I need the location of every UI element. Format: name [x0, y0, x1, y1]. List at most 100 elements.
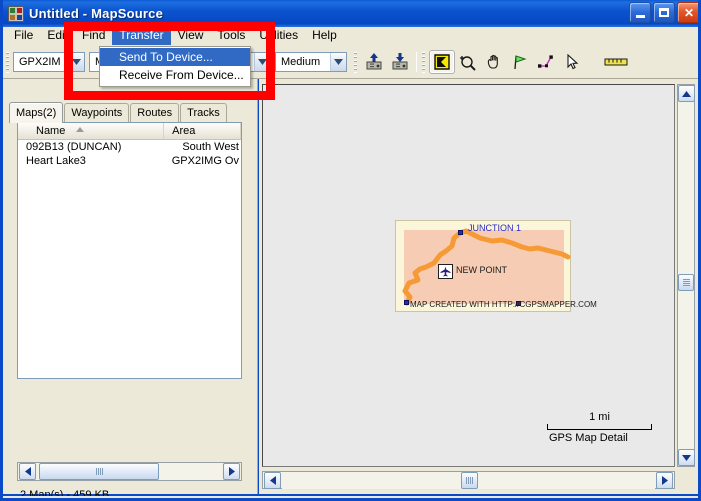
scroll-up-arrow[interactable]: [677, 85, 695, 102]
menu-item-find[interactable]: Find: [75, 27, 112, 45]
scroll-track[interactable]: [282, 471, 655, 489]
scroll-thumb[interactable]: [460, 471, 478, 489]
map-tile[interactable]: JUNCTION 1 NEW POINT MAP CREATED WITH HT…: [395, 220, 597, 312]
zoom-tool-button[interactable]: [455, 50, 481, 74]
route-tool-button[interactable]: [533, 50, 559, 74]
toolbar-grip[interactable]: [354, 51, 357, 73]
menu-bar: File Edit Find Transfer View Tools Utili…: [3, 27, 698, 46]
map-tool-button[interactable]: [429, 50, 455, 74]
list-header: Name Area: [18, 123, 241, 140]
maximize-button[interactable]: [653, 2, 675, 23]
waypoint-tool-button[interactable]: [507, 50, 533, 74]
scale-distance-label: 1 mi: [589, 411, 610, 423]
thumb-grip-icon: [682, 279, 690, 286]
product-select[interactable]: GPX2IM: [13, 52, 85, 72]
maps-list[interactable]: Name Area 092B13 (DUNCAN) South West Hea…: [17, 122, 242, 379]
scroll-thumb[interactable]: [39, 463, 159, 480]
pan-tool-button[interactable]: [481, 50, 507, 74]
maps-summary-text: 2 Map(s) - 459 KB: [20, 489, 110, 501]
scroll-left-arrow[interactable]: [19, 463, 36, 480]
download-device-icon: [392, 53, 408, 70]
hand-icon: [487, 54, 498, 69]
receive-from-device-button[interactable]: [387, 50, 413, 74]
product-select-value: GPX2IM: [19, 56, 61, 68]
scroll-track[interactable]: [37, 463, 222, 480]
minimize-button[interactable]: [629, 2, 651, 23]
tab-tracks[interactable]: Tracks: [180, 103, 227, 122]
column-header-area-label: Area: [172, 125, 196, 137]
map-select-icon: [434, 54, 450, 70]
menu-item-tools[interactable]: Tools: [210, 27, 252, 45]
gps-map-detail-label: GPS Map Detail: [549, 432, 628, 444]
table-row[interactable]: Heart Lake3 GPX2IMG Ov: [18, 154, 241, 168]
map-label-junction: JUNCTION 1: [468, 223, 522, 233]
scroll-right-arrow[interactable]: [223, 463, 240, 480]
window-controls: ✕: [629, 2, 698, 23]
zoom-in-icon: [460, 56, 476, 71]
arrow-cursor-icon: [567, 53, 579, 70]
mapsource-window: Untitled - MapSource ✕ File Edit Find Tr…: [0, 0, 701, 501]
column-header-name-label: Name: [36, 125, 66, 137]
cell-area: GPX2IMG Ov: [171, 155, 239, 167]
toolbar-separator: [416, 52, 417, 72]
cell-area: South West: [182, 141, 239, 153]
menu-item-file[interactable]: File: [7, 27, 40, 45]
chevron-down-icon[interactable]: [330, 53, 346, 71]
toolbar-grip[interactable]: [6, 51, 9, 73]
flag-waypoint-icon: [514, 55, 527, 70]
tab-waypoints[interactable]: Waypoints: [64, 103, 130, 122]
transfer-dropdown-menu: Send To Device... Receive From Device...: [99, 46, 251, 87]
close-button[interactable]: ✕: [677, 2, 698, 23]
column-header-name[interactable]: Name: [18, 123, 165, 139]
panel-tabs: Maps(2) Waypoints Routes Tracks: [9, 101, 228, 123]
send-to-device-button[interactable]: [361, 50, 387, 74]
menu-item-view[interactable]: View: [171, 27, 211, 45]
tab-maps[interactable]: Maps(2): [9, 102, 64, 123]
chevron-down-icon[interactable]: [68, 53, 84, 71]
minimize-icon: [635, 14, 645, 18]
column-header-area[interactable]: Area: [164, 123, 241, 139]
status-bar: [3, 496, 698, 498]
select-tool-button[interactable]: [559, 50, 585, 74]
thumb-grip-icon: [465, 476, 473, 484]
scroll-right-arrow[interactable]: [656, 471, 673, 489]
chevron-down-icon[interactable]: [254, 53, 270, 71]
close-icon: ✕: [683, 5, 695, 20]
detail-select[interactable]: Medium: [275, 52, 347, 72]
menu-item-transfer[interactable]: Transfer: [112, 27, 171, 45]
map-label-new-point: NEW POINT: [456, 265, 507, 275]
ruler-icon: [604, 58, 628, 66]
menu-item-utilities[interactable]: Utilities: [252, 27, 305, 45]
scroll-left-arrow[interactable]: [264, 471, 281, 489]
scroll-thumb[interactable]: [678, 274, 694, 291]
menu-item-help[interactable]: Help: [305, 27, 344, 45]
menu-item-receive-from-device[interactable]: Receive From Device...: [100, 66, 250, 84]
airport-icon: [440, 266, 451, 277]
mapsource-app-icon: [8, 5, 24, 22]
waypoint-junction-marker[interactable]: [458, 230, 463, 235]
scale-bar-graphic: [547, 424, 652, 430]
table-row[interactable]: 092B13 (DUNCAN) South West: [18, 140, 241, 154]
toolbar-grip[interactable]: [422, 51, 425, 73]
map-scale: 1 mi GPS Map Detail: [547, 411, 652, 444]
detail-select-value: Medium: [281, 56, 321, 68]
waypoint-start-marker[interactable]: [404, 300, 409, 305]
map-label-attribution: MAP CREATED WITH HTTP://CGPSMAPPER.COM: [410, 300, 597, 309]
menu-item-edit[interactable]: Edit: [40, 27, 75, 45]
cell-name: 092B13 (DUNCAN): [26, 141, 122, 153]
map-canvas[interactable]: JUNCTION 1 NEW POINT MAP CREATED WITH HT…: [262, 84, 675, 467]
new-point-marker[interactable]: [438, 264, 453, 279]
upload-device-icon: [366, 53, 382, 70]
window-title: Untitled - MapSource: [29, 6, 164, 21]
left-panel: Maps(2) Waypoints Routes Tracks Name Are…: [3, 79, 258, 498]
measure-tool-button[interactable]: [603, 50, 629, 74]
tab-routes[interactable]: Routes: [130, 103, 180, 122]
map-horizontal-scrollbar[interactable]: [262, 471, 675, 489]
scroll-track[interactable]: [678, 102, 694, 449]
maximize-icon: [659, 8, 669, 17]
scroll-down-arrow[interactable]: [677, 449, 695, 466]
list-horizontal-scrollbar[interactable]: [17, 462, 242, 481]
map-vertical-scrollbar[interactable]: [677, 84, 695, 467]
thumb-grip-icon: [95, 468, 103, 475]
menu-item-send-to-device[interactable]: Send To Device...: [100, 48, 250, 66]
